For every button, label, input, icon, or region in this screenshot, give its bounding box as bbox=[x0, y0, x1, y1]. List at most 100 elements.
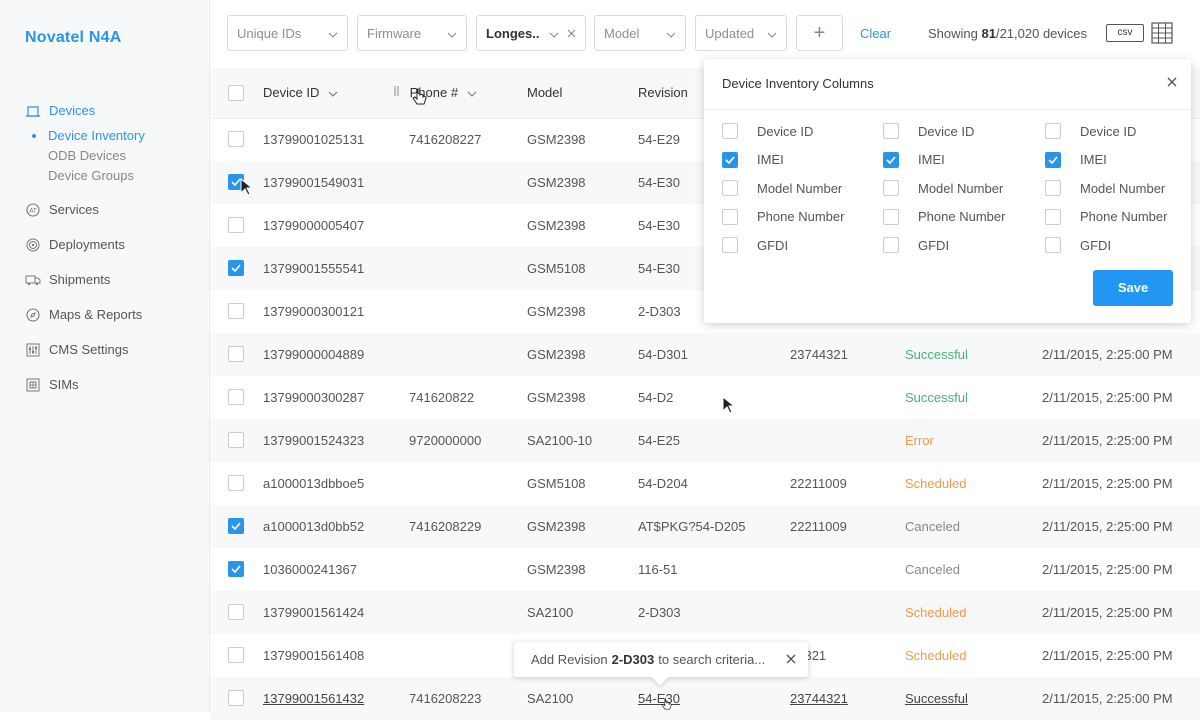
column-option[interactable]: IMEI bbox=[722, 151, 784, 168]
column-option[interactable]: IMEI bbox=[883, 151, 945, 168]
row-checkbox[interactable] bbox=[228, 561, 244, 577]
filter-updated[interactable]: Updated bbox=[695, 15, 787, 51]
column-option[interactable]: GFDI bbox=[883, 237, 949, 253]
row-checkbox[interactable] bbox=[228, 518, 244, 534]
subnav-item-device-inventory[interactable]: Device Inventory bbox=[25, 126, 205, 146]
divider bbox=[704, 109, 1191, 110]
save-button[interactable]: Save bbox=[1093, 270, 1173, 306]
row-checkbox[interactable] bbox=[228, 647, 244, 663]
column-header-device-id[interactable]: Device ID bbox=[263, 85, 338, 100]
row-checkbox[interactable] bbox=[228, 131, 244, 147]
filter-unique-ids[interactable]: Unique IDs bbox=[227, 15, 348, 51]
sidebar-item-shipments[interactable]: Shipments bbox=[25, 262, 205, 297]
column-option-checkbox[interactable] bbox=[883, 151, 899, 168]
column-option-checkbox[interactable] bbox=[883, 123, 899, 139]
cell-updated: 2/11/2015, 2:25:00 PM bbox=[1042, 433, 1173, 448]
sidebar-item-services[interactable]: AT Services bbox=[25, 192, 205, 227]
column-option[interactable]: Phone Number bbox=[1045, 208, 1168, 225]
deployments-icon bbox=[25, 237, 41, 253]
filter-label: Updated bbox=[705, 25, 755, 41]
table-row[interactable]: a1000013dbboe5 GSM5108 54-D204 22211009 Sche… bbox=[210, 462, 1200, 505]
column-option[interactable]: Phone Number bbox=[722, 208, 844, 225]
column-option[interactable]: IMEI bbox=[1045, 151, 1107, 168]
cell-device-id: 13799001561432 bbox=[263, 691, 365, 706]
clear-filters-link[interactable]: Clear bbox=[860, 26, 891, 41]
brand-logo[interactable]: Novatel N4A bbox=[25, 29, 121, 47]
column-option-checkbox[interactable] bbox=[1045, 208, 1061, 225]
filter-longest[interactable]: Longes.. bbox=[476, 15, 586, 51]
sidebar-item-devices[interactable]: Devices bbox=[25, 93, 205, 128]
cell-updated: 2/11/2015, 2:25:00 PM bbox=[1042, 390, 1173, 405]
column-option-label: IMEI bbox=[757, 152, 784, 167]
add-filter-button[interactable]: + bbox=[796, 15, 843, 51]
column-option-checkbox[interactable] bbox=[722, 151, 738, 168]
column-option-label: Phone Number bbox=[1080, 209, 1168, 224]
csv-export-button[interactable]: csv bbox=[1106, 24, 1144, 42]
table-row[interactable]: 13799001561432 7416208223 SA2100 54-E30 2374… bbox=[210, 677, 1200, 720]
column-option[interactable]: Device ID bbox=[1045, 123, 1136, 139]
column-header-revision[interactable]: Revision bbox=[638, 85, 688, 100]
row-checkbox[interactable] bbox=[228, 174, 244, 190]
row-checkbox[interactable] bbox=[228, 690, 244, 706]
table-row[interactable]: 1036000241367 GSM2398 116-51 Canceled 2/11/2… bbox=[210, 548, 1200, 591]
table-row[interactable]: 13799001561424 SA2100 2-D303 Scheduled 2/11/… bbox=[210, 591, 1200, 634]
row-checkbox[interactable] bbox=[228, 475, 244, 491]
row-checkbox[interactable] bbox=[228, 260, 244, 276]
column-option[interactable]: Model Number bbox=[1045, 180, 1165, 196]
table-row[interactable]: 13799000300287 741620822 GSM2398 54-D2 Succe… bbox=[210, 376, 1200, 419]
cell-phone: 7416208229 bbox=[409, 519, 482, 534]
sidebar-item-cms-settings[interactable]: CMS Settings bbox=[25, 332, 205, 367]
column-option-checkbox[interactable] bbox=[722, 237, 738, 253]
row-checkbox[interactable] bbox=[228, 303, 244, 319]
filter-model[interactable]: Model bbox=[594, 15, 686, 51]
panel-title: Device Inventory Columns bbox=[722, 76, 874, 91]
cell-device-id: 13799000300121 bbox=[263, 304, 365, 319]
cell-updated: 2/11/2015, 2:25:00 PM bbox=[1042, 648, 1173, 663]
table-row[interactable]: 13799000004889 GSM2398 54-D301 23744321 Succ… bbox=[210, 333, 1200, 376]
table-row[interactable]: 13799001524323 9720000000 SA2100-10 54-E25 E… bbox=[210, 419, 1200, 462]
column-option[interactable]: GFDI bbox=[1045, 237, 1111, 253]
column-option[interactable]: GFDI bbox=[722, 237, 788, 253]
row-checkbox[interactable] bbox=[228, 217, 244, 233]
column-option-checkbox[interactable] bbox=[722, 123, 738, 139]
column-option[interactable]: Model Number bbox=[722, 180, 842, 196]
column-option[interactable]: Phone Number bbox=[883, 208, 1005, 225]
drag-handle-icon[interactable] bbox=[394, 85, 406, 100]
column-header-model[interactable]: Model bbox=[527, 85, 562, 100]
cell-status: Scheduled bbox=[905, 648, 967, 663]
sidebar-item-sims[interactable]: SIMs bbox=[25, 367, 205, 402]
showing-count: 81 bbox=[981, 26, 996, 41]
select-all-checkbox[interactable] bbox=[228, 85, 244, 101]
suggestion-text[interactable]: Add Revision 2-D303 to search criteria... bbox=[531, 652, 786, 667]
column-option[interactable]: Device ID bbox=[722, 123, 813, 139]
column-option-checkbox[interactable] bbox=[1045, 151, 1061, 168]
column-option-checkbox[interactable] bbox=[1045, 237, 1061, 253]
row-checkbox[interactable] bbox=[228, 389, 244, 405]
column-option[interactable]: Device ID bbox=[883, 123, 974, 139]
subnav-item-device-groups[interactable]: Device Groups bbox=[25, 166, 205, 186]
sim-icon bbox=[25, 377, 41, 393]
filter-firmware[interactable]: Firmware bbox=[357, 15, 467, 51]
close-icon[interactable] bbox=[1167, 75, 1177, 90]
remove-filter-icon[interactable] bbox=[567, 26, 576, 41]
row-checkbox[interactable] bbox=[228, 346, 244, 362]
close-icon[interactable] bbox=[786, 652, 796, 667]
chevron-down-icon bbox=[323, 85, 338, 100]
column-option[interactable]: Model Number bbox=[883, 180, 1003, 196]
subnav-item-odb-devices[interactable]: ODB Devices bbox=[25, 146, 205, 166]
sidebar-item-deployments[interactable]: Deployments bbox=[25, 227, 205, 262]
row-checkbox[interactable] bbox=[228, 604, 244, 620]
column-option-checkbox[interactable] bbox=[722, 180, 738, 196]
column-option-checkbox[interactable] bbox=[1045, 180, 1061, 196]
row-checkbox[interactable] bbox=[228, 432, 244, 448]
column-option-checkbox[interactable] bbox=[883, 208, 899, 225]
column-header-phone[interactable]: Phone # bbox=[394, 85, 477, 100]
table-row[interactable]: a1000013d0bb52 7416208229 GSM2398 AT$PKG?54… bbox=[210, 505, 1200, 548]
column-option-checkbox[interactable] bbox=[722, 208, 738, 225]
column-chooser-button[interactable] bbox=[1151, 22, 1173, 47]
column-option-checkbox[interactable] bbox=[1045, 123, 1061, 139]
cell-model: GSM2398 bbox=[527, 562, 586, 577]
column-option-checkbox[interactable] bbox=[883, 180, 899, 196]
column-option-checkbox[interactable] bbox=[883, 237, 899, 253]
sidebar-item-maps-reports[interactable]: Maps & Reports bbox=[25, 297, 205, 332]
